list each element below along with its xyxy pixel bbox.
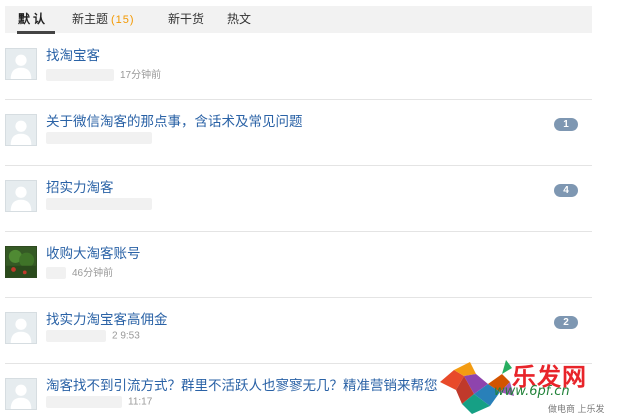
default-avatar-icon[interactable] [5,180,37,212]
person-silhouette-icon [10,384,32,409]
user-photo-avatar-icon[interactable] [5,246,37,278]
thread-time: 46分钟前 [72,268,114,279]
person-silhouette-icon [10,318,32,343]
watermark-slogan: 做电商 上乐发 [548,404,605,414]
default-avatar-icon[interactable] [5,48,37,80]
thread-meta: 46分钟前 [46,264,114,280]
blurred-username [46,69,114,82]
thread-row[interactable]: 找淘宝客 17分钟前 [5,34,592,100]
thread-title[interactable]: 收购大淘客账号 [46,242,141,262]
reply-count-badge: 4 [554,184,578,197]
tab-hot-articles-label: 热文 [227,12,252,26]
forum-thread-list-page: 默认 新主题 (15) 新干货 热文 找淘宝客 17分钟前 关于微信淘客的那点事… [0,0,620,420]
thread-meta: 2 9:53 [46,330,140,344]
thread-title[interactable]: 关于微信淘客的那点事，含话术及常见问题 [46,110,303,130]
default-avatar-icon[interactable] [5,312,37,344]
thread-time: 17分钟前 [120,70,162,81]
tab-default[interactable]: 默认 [18,6,48,33]
reply-count-badge: 1 [554,118,578,131]
tab-bar: 默认 新主题 (15) 新干货 热文 [5,6,592,34]
blurred-username [46,267,66,280]
tab-new-topics[interactable]: 新主题 (15) [72,6,135,33]
blurred-username [46,132,152,144]
thread-meta [46,132,158,146]
thread-meta: 17分钟前 [46,66,162,82]
default-avatar-icon[interactable] [5,378,37,410]
tab-hot-articles[interactable]: 热文 [227,6,251,33]
blurred-username [46,396,122,408]
watermark-url: www.6pf.cn [494,384,570,399]
blurred-username [46,198,152,210]
thread-meta [46,198,158,212]
reply-count-badge: 2 [554,316,578,329]
thread-row[interactable]: 关于微信淘客的那点事，含话术及常见问题 1 [5,100,592,166]
thread-row[interactable]: 找实力淘宝客高佣金 2 9:53 2 [5,298,592,364]
person-silhouette-icon [10,54,32,79]
thread-title[interactable]: 淘客找不到引流方式？群里不活跃人也寥寥无几？精准营销来帮您 [46,374,438,394]
blurred-username [46,330,106,342]
thread-title[interactable]: 找淘宝客 [46,44,100,64]
tab-new-topics-label: 新主题 [72,12,109,26]
tab-new-goods-label: 新干货 [168,12,205,26]
new-topics-count: (15) [111,14,135,26]
thread-row[interactable]: 招实力淘客 4 [5,166,592,232]
tab-default-label: 默认 [18,12,49,26]
thread-row[interactable]: 收购大淘客账号 46分钟前 [5,232,592,298]
default-avatar-icon[interactable] [5,114,37,146]
photo-image-icon [6,247,36,277]
person-silhouette-icon [10,120,32,145]
thread-meta: 11:17 [46,396,152,410]
tab-new-goods[interactable]: 新干货 [168,6,204,33]
person-silhouette-icon [10,186,32,211]
thread-time: 2 9:53 [112,330,140,342]
thread-title[interactable]: 找实力淘宝客高佣金 [46,308,168,328]
site-watermark-logo: 乐发网 www.6pf.cn 做电商 上乐发 [436,356,620,420]
thread-title[interactable]: 招实力淘客 [46,176,114,196]
thread-time: 11:17 [128,396,153,408]
